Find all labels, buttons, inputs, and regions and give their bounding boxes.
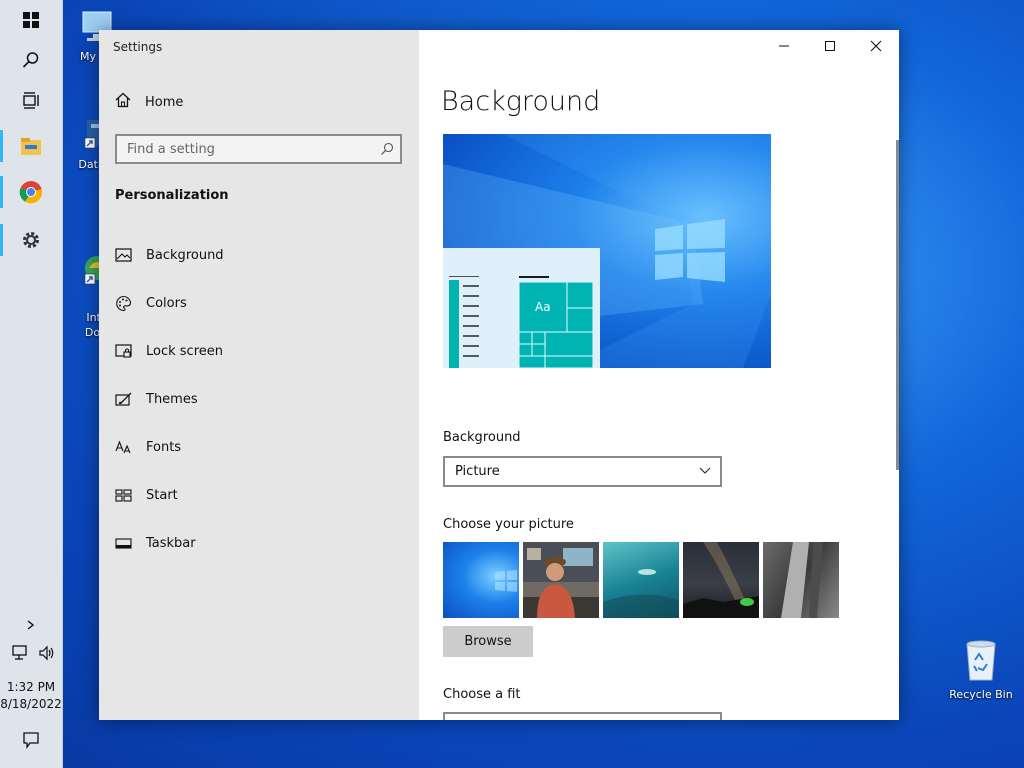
search-icon[interactable] bbox=[374, 142, 400, 156]
search-input[interactable] bbox=[117, 140, 374, 158]
background-type-dropdown[interactable]: Picture bbox=[443, 456, 722, 487]
nav-item-colors[interactable]: Colors bbox=[99, 283, 419, 323]
background-type-value: Picture bbox=[455, 464, 500, 479]
picture-thumbnail-rock[interactable] bbox=[763, 542, 839, 618]
nav-section-title: Personalization bbox=[115, 188, 229, 203]
chrome-icon[interactable] bbox=[0, 172, 62, 212]
choose-fit-label: Choose a fit bbox=[443, 687, 521, 702]
nav-item-label: Colors bbox=[146, 295, 187, 311]
choose-fit-dropdown[interactable] bbox=[443, 712, 722, 720]
nav-home[interactable]: Home bbox=[115, 92, 183, 112]
window-title: Settings bbox=[113, 40, 163, 54]
settings-window: Settings Home Personalization Background bbox=[99, 30, 899, 720]
choose-picture-label: Choose your picture bbox=[443, 517, 574, 532]
picture-thumbnail-night-sky[interactable] bbox=[683, 542, 759, 618]
nav-item-fonts[interactable]: Fonts bbox=[99, 427, 419, 467]
preview-tile-text: Aa bbox=[535, 300, 551, 314]
nav-item-label: Themes bbox=[146, 391, 198, 407]
nav-item-label: Fonts bbox=[146, 439, 182, 455]
notification-icon[interactable] bbox=[0, 720, 62, 760]
browse-button[interactable]: Browse bbox=[443, 626, 533, 657]
chevron-down-icon bbox=[698, 464, 712, 482]
taskbar-icon bbox=[115, 535, 132, 552]
themes-brush-icon bbox=[115, 391, 132, 408]
desktop-icon-recycle-bin[interactable]: Recycle Bin bbox=[946, 638, 1016, 701]
preview-start-menu: Aa bbox=[443, 248, 600, 368]
search-icon[interactable] bbox=[0, 40, 62, 80]
windows-start-icon[interactable] bbox=[0, 0, 62, 40]
recycle-bin-icon bbox=[946, 638, 1016, 685]
settings-gear-icon[interactable] bbox=[0, 220, 62, 260]
file-explorer-icon[interactable] bbox=[0, 126, 62, 166]
nav-item-background[interactable]: Background bbox=[99, 235, 419, 275]
desktop-icon-label: Recycle Bin bbox=[949, 688, 1013, 701]
preview-tiles: Aa bbox=[519, 282, 593, 368]
content-scrollbar[interactable] bbox=[896, 140, 899, 470]
nav-item-label: Background bbox=[146, 247, 224, 263]
nav-item-taskbar[interactable]: Taskbar bbox=[99, 523, 419, 563]
start-menu-icon bbox=[115, 487, 132, 504]
taskbar: 1:32 PM 8/18/2022 bbox=[0, 0, 63, 768]
background-preview: Aa bbox=[443, 134, 771, 368]
page-title: Background bbox=[441, 86, 601, 117]
task-view-icon[interactable] bbox=[0, 80, 62, 120]
settings-content-pane: Background Aa Background Picture Choose … bbox=[419, 30, 899, 720]
nav-item-start[interactable]: Start bbox=[99, 475, 419, 515]
picture-thumbnail-windows[interactable] bbox=[443, 542, 519, 618]
chevron-up-icon[interactable] bbox=[0, 610, 62, 640]
nav-item-label: Lock screen bbox=[146, 343, 223, 359]
nav-item-lock-screen[interactable]: Lock screen bbox=[99, 331, 419, 371]
nav-item-themes[interactable]: Themes bbox=[99, 379, 419, 419]
picture-icon bbox=[115, 247, 132, 264]
nav-item-label: Taskbar bbox=[146, 535, 196, 551]
background-type-label: Background bbox=[443, 430, 521, 445]
nav-item-label: Start bbox=[146, 487, 178, 503]
picture-thumbnail-underwater[interactable] bbox=[603, 542, 679, 618]
volume-icon[interactable] bbox=[38, 644, 56, 666]
find-setting-search-box[interactable] bbox=[115, 134, 402, 164]
lock-screen-icon bbox=[115, 343, 132, 360]
clock-date[interactable]: 8/18/2022 bbox=[0, 697, 62, 711]
network-icon[interactable] bbox=[12, 644, 30, 666]
palette-icon bbox=[115, 295, 132, 312]
picture-thumbnail-photo[interactable] bbox=[523, 542, 599, 618]
nav-home-label: Home bbox=[145, 94, 184, 110]
settings-nav-pane: Settings Home Personalization Background bbox=[99, 30, 419, 720]
home-icon bbox=[115, 92, 131, 112]
clock-time[interactable]: 1:32 PM bbox=[0, 680, 62, 694]
fonts-icon bbox=[115, 439, 132, 456]
